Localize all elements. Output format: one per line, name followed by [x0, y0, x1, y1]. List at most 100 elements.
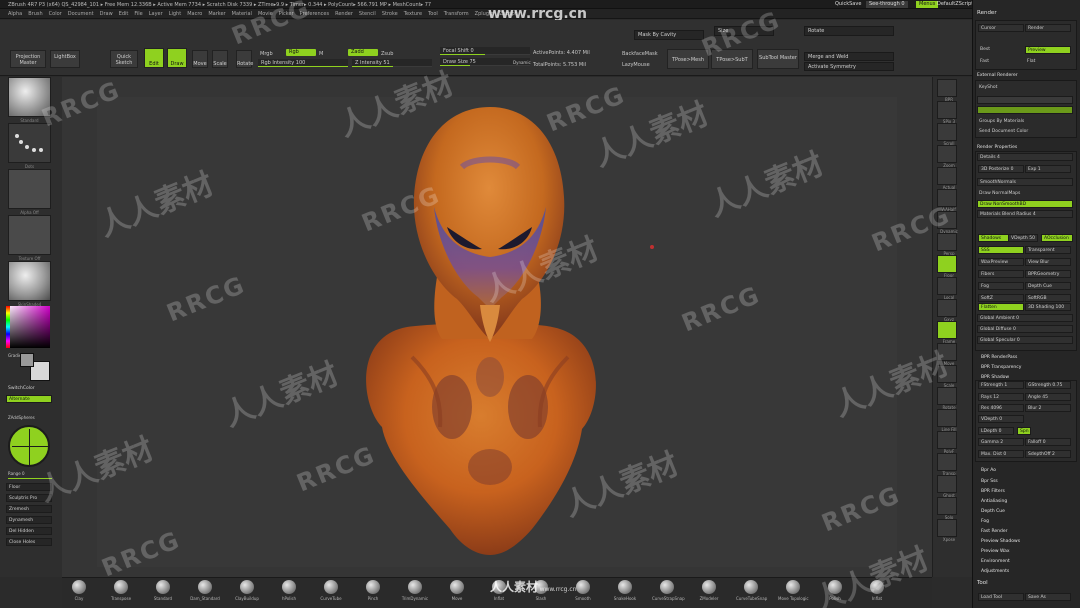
softz-button[interactable]: SoftZ — [978, 294, 1024, 302]
right-shelf-button[interactable] — [937, 167, 957, 185]
zsub-toggle[interactable]: Zsub — [381, 51, 393, 57]
move-button[interactable]: Move — [192, 50, 208, 68]
res-slider[interactable]: Res 4096 — [978, 404, 1024, 412]
menu-item[interactable]: Stencil — [359, 11, 376, 17]
wax-preview-button[interactable]: WaxPreview — [978, 258, 1024, 266]
menu-item[interactable]: Transform — [444, 11, 469, 17]
antialiasing-header[interactable]: Antialiasing — [981, 499, 1007, 504]
size-button[interactable]: Size — [714, 26, 774, 36]
menu-item[interactable]: Material — [232, 11, 252, 17]
right-shelf-button[interactable] — [937, 321, 957, 339]
menu-item[interactable]: Edit — [119, 11, 129, 17]
right-shelf-button[interactable] — [937, 365, 957, 383]
right-shelf-button[interactable] — [937, 211, 957, 229]
tpose-subt-button[interactable]: TPose>SubT — [711, 49, 753, 69]
materials-blend-radius-slider[interactable]: Materials Blend Radius 4 — [977, 210, 1073, 218]
menu-item[interactable]: Layer — [149, 11, 163, 17]
menu-item[interactable]: Stroke — [382, 11, 398, 17]
brush-shelf-item[interactable]: hPolish — [274, 580, 304, 608]
quicksave-button[interactable]: QuickSave — [832, 1, 864, 8]
details-slider[interactable]: Details 4 — [977, 153, 1073, 161]
rgb-intensity-slider[interactable]: Rgb Intensity 100 — [258, 59, 348, 67]
right-shelf-button[interactable] — [937, 299, 957, 317]
menu-item[interactable]: Picker — [279, 11, 294, 17]
best-button[interactable]: Best — [978, 46, 1024, 54]
bpr-sss-header[interactable]: Bpr Sss — [981, 479, 998, 484]
right-shelf-button[interactable] — [937, 519, 957, 537]
global-specular-slider[interactable]: Global Specular 0 — [977, 336, 1073, 344]
alpha-thumbnail[interactable] — [8, 169, 51, 209]
projection-master-button[interactable]: Projection Master — [10, 50, 46, 68]
fstrength-slider[interactable]: FStrength 1 — [978, 381, 1024, 389]
brush-shelf-item[interactable]: Move Topologic — [778, 580, 809, 608]
brush-shelf-item[interactable]: Standard — [148, 580, 178, 608]
bpr-transparency-header[interactable]: BPR Transparency — [981, 365, 1021, 370]
backface-mask-toggle[interactable]: BackfaceMask — [622, 51, 658, 57]
fibers-button[interactable]: Fibers — [978, 270, 1024, 278]
bpr-geometry-button[interactable]: BPRGeometry — [1025, 270, 1071, 278]
depth-cue-header[interactable]: Depth Cue — [981, 509, 1005, 514]
right-shelf-button[interactable] — [937, 387, 957, 405]
render-properties-header[interactable]: Render Properties — [977, 145, 1017, 150]
brush-shelf-item[interactable]: Pinch — [358, 580, 388, 608]
menu-item[interactable]: Texture — [404, 11, 422, 17]
menu-item[interactable]: Light — [169, 11, 181, 17]
gamma-slider[interactable]: Gamma 2 — [978, 438, 1024, 446]
left-shelf-button[interactable]: Floor — [6, 483, 52, 491]
right-shelf-button[interactable] — [937, 79, 957, 97]
blur-slider[interactable]: Blur 2 — [1025, 404, 1071, 412]
right-shelf-button[interactable] — [937, 409, 957, 427]
ldepth-slider[interactable]: LDepth 0 — [978, 427, 1014, 435]
draw-button[interactable]: Draw — [167, 48, 187, 68]
main-color-swatch[interactable] — [20, 353, 34, 367]
cursor-button[interactable]: Cursor — [978, 24, 1024, 32]
merge-and-weld-button[interactable]: Merge and Weld — [804, 52, 894, 61]
m-toggle[interactable]: M — [319, 51, 323, 57]
flatten-button[interactable]: Flatten — [978, 303, 1024, 311]
menu-item[interactable]: Brush — [28, 11, 42, 17]
preview-button[interactable]: Preview — [1025, 46, 1071, 54]
softrgb-button[interactable]: SoftRGB — [1025, 294, 1071, 302]
tool-palette-title[interactable]: Tool — [977, 580, 988, 586]
smooth-normals-button[interactable]: SmoothNormals — [977, 178, 1073, 186]
right-shelf-button[interactable] — [937, 233, 957, 251]
fast-button[interactable]: Fast — [978, 58, 1024, 66]
groups-by-materials-button[interactable]: Groups By Materials — [977, 118, 1073, 126]
rays-slider[interactable]: Rays 12 — [978, 393, 1024, 401]
angle-slider[interactable]: Angle 45 — [1025, 393, 1071, 401]
brush-shelf-item[interactable]: TrimDynamic — [400, 580, 430, 608]
left-shelf-button[interactable]: Sculptris Pro — [6, 494, 52, 502]
material-thumbnail[interactable] — [8, 261, 51, 301]
render-palette-title[interactable]: Render — [977, 10, 997, 16]
fog-button[interactable]: Fog — [978, 282, 1024, 290]
rgb-toggle[interactable]: Rgb — [286, 49, 316, 56]
switch-color-button[interactable]: SwitchColor — [6, 385, 52, 393]
vdepth2-slider[interactable]: VDepth 0 — [978, 415, 1024, 423]
preview-shadows-header[interactable]: Preview Shadows — [981, 539, 1020, 544]
alternate-button[interactable]: Alternate — [6, 395, 52, 403]
save-as-button[interactable]: Save As — [1025, 593, 1071, 601]
document-canvas[interactable] — [62, 77, 932, 577]
right-shelf-button[interactable] — [937, 497, 957, 515]
brush-shelf-item[interactable]: CurveTube — [316, 580, 346, 608]
max-dist-slider[interactable]: Max. Dist 0 — [978, 450, 1024, 458]
lazy-mouse-toggle[interactable]: LazyMouse — [622, 62, 650, 68]
keyshot-active-row[interactable] — [977, 106, 1073, 114]
3d-shading-slider[interactable]: 3D Shading 100 — [1025, 303, 1071, 311]
subtool-master-button[interactable]: SubTool Master — [757, 49, 799, 69]
brush-shelf-item[interactable]: SnakeHook — [610, 580, 640, 608]
draw-nonsmooth-button[interactable]: Draw NonSmoothBD — [977, 200, 1073, 208]
right-shelf-button[interactable] — [937, 431, 957, 449]
seethrough-slider[interactable]: See-through 0 — [866, 1, 908, 8]
menu-item[interactable]: Alpha — [8, 11, 22, 17]
brush-shelf-item[interactable]: Inflat — [862, 580, 892, 608]
spn-button[interactable]: Spn — [1017, 427, 1031, 435]
fast-render-header[interactable]: Fast Render — [981, 529, 1008, 534]
menu-item[interactable]: Document — [68, 11, 94, 17]
bpr-renderpass-header[interactable]: BPR RenderPass — [981, 355, 1017, 360]
external-renderer-header[interactable]: External Renderer — [977, 73, 1018, 78]
global-ambient-slider[interactable]: Global Ambient 0 — [977, 314, 1073, 322]
brush-shelf-item[interactable]: Transpose — [106, 580, 136, 608]
right-shelf-button[interactable] — [937, 255, 957, 273]
gstrength-slider[interactable]: GStrength 0.75 — [1025, 381, 1071, 389]
